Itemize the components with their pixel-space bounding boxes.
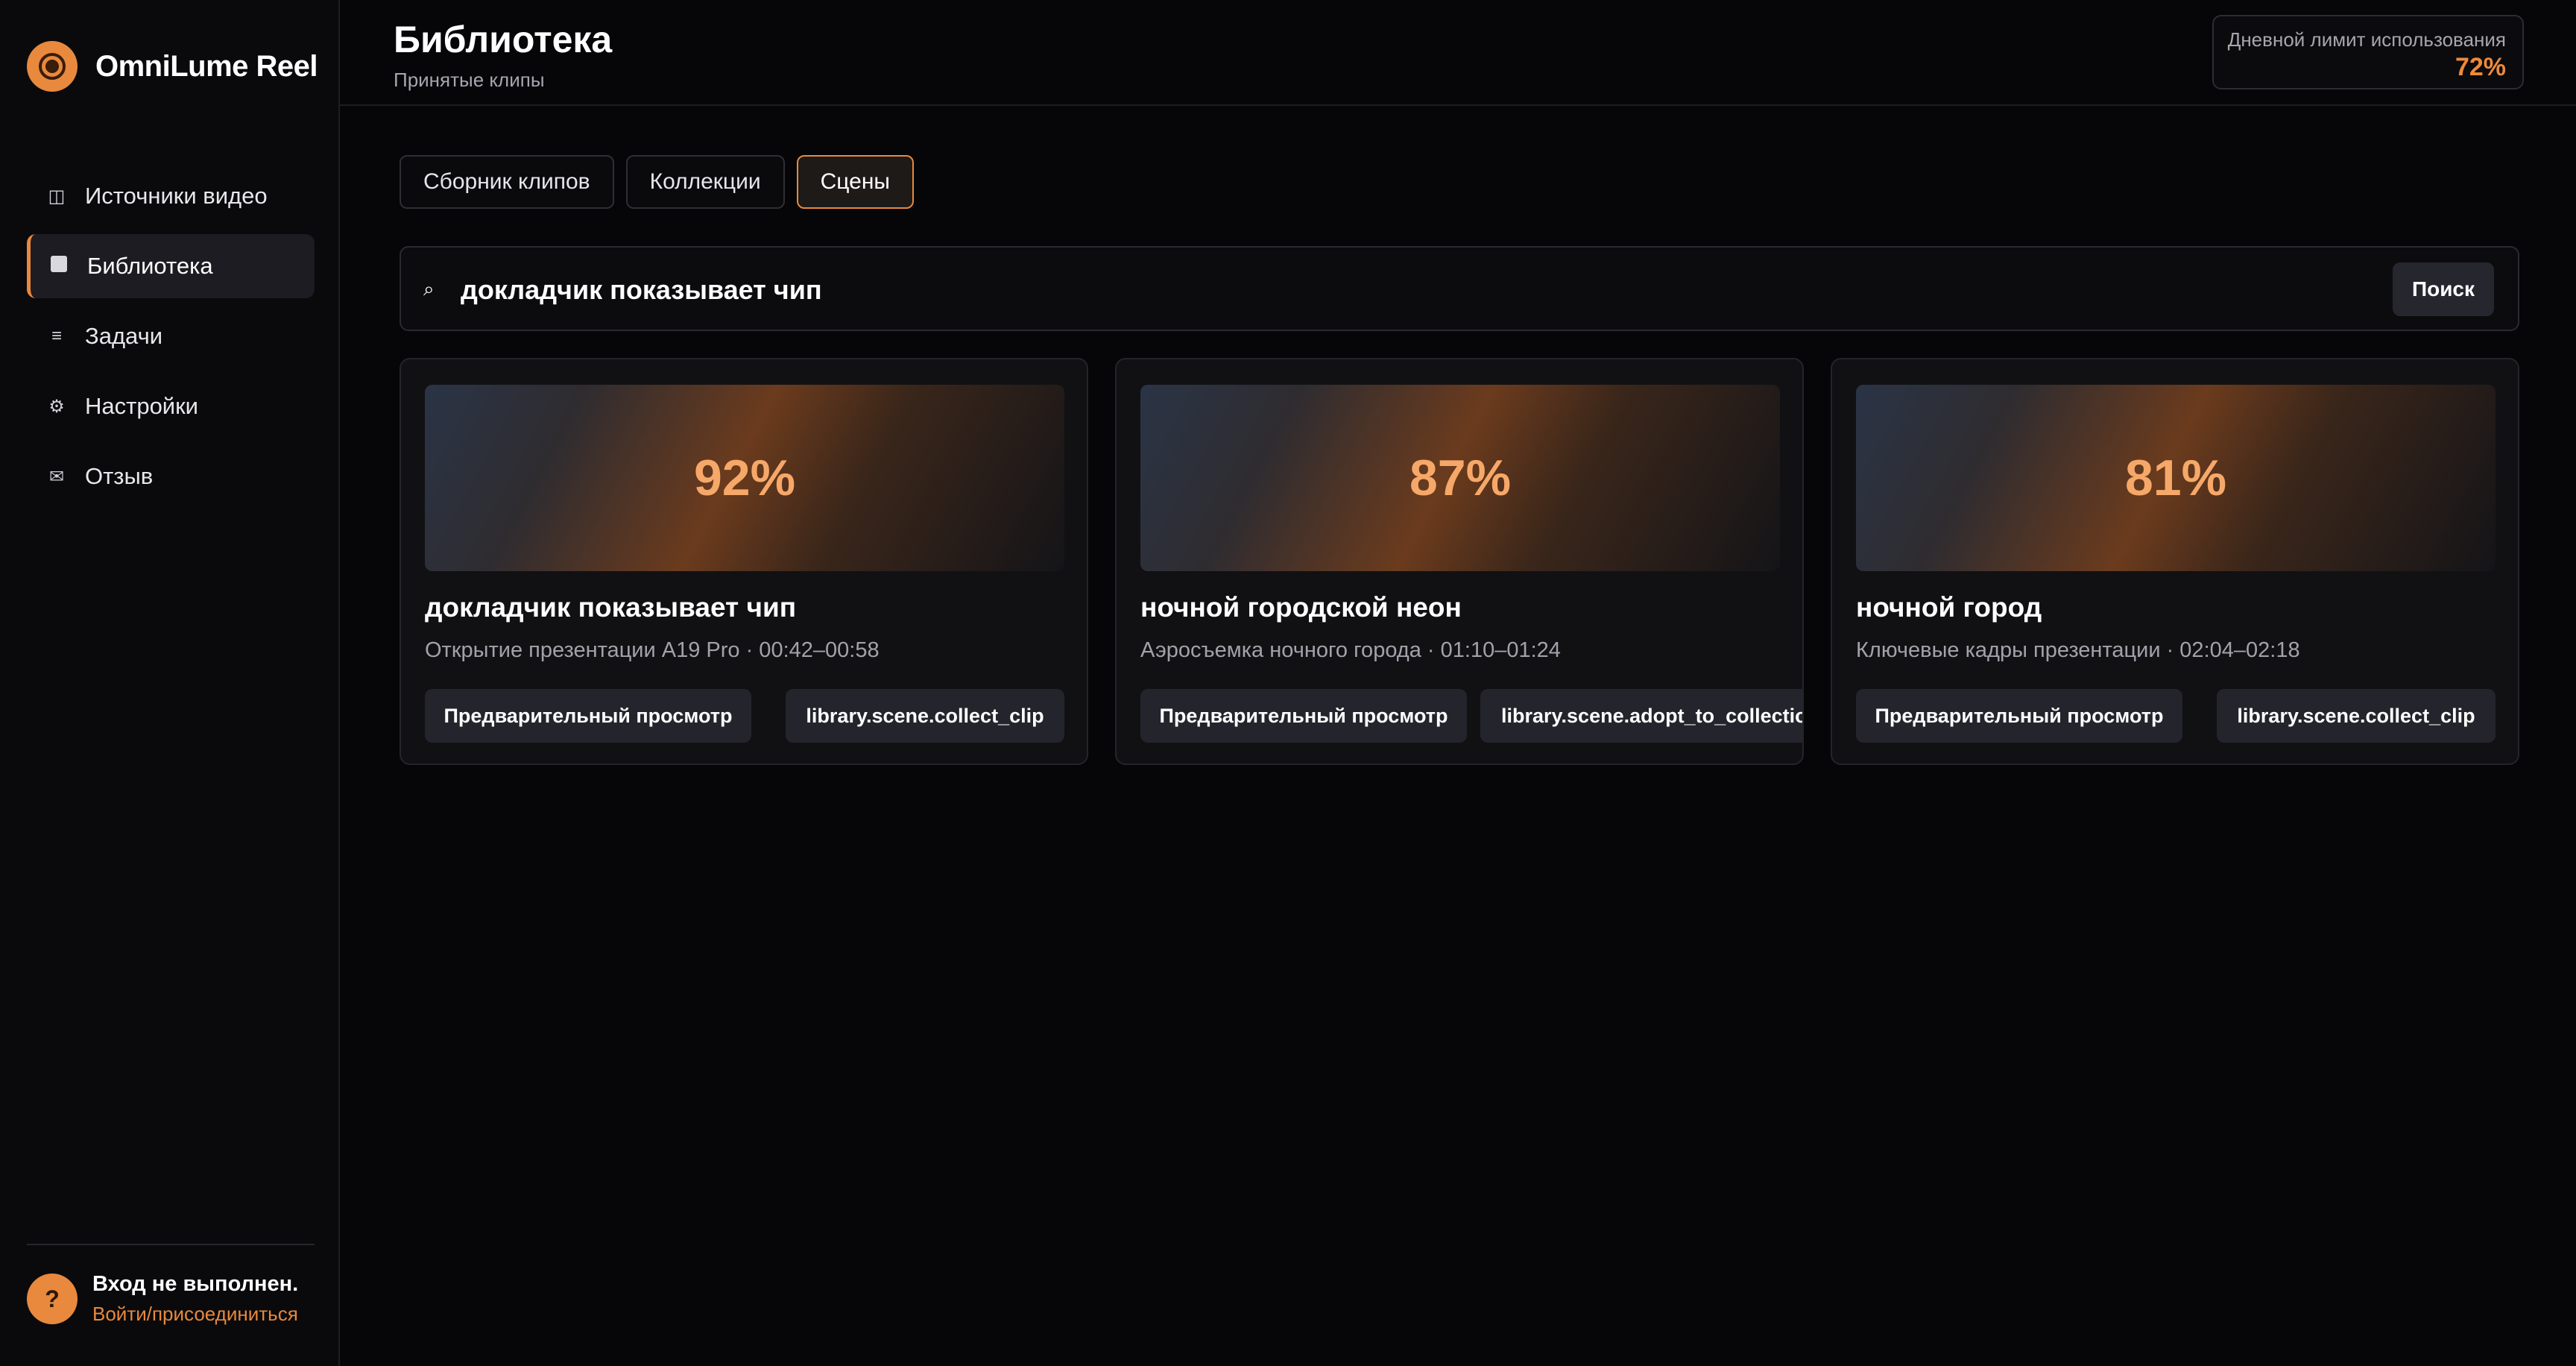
search-input[interactable]: докладчик показывает чип	[461, 274, 822, 306]
tab-scenes[interactable]: Сцены	[796, 155, 914, 209]
scene-card: 92% докладчик показывает чип Открытие пр…	[400, 358, 1088, 765]
tab-clip-collection[interactable]: Сборник клипов	[400, 155, 614, 209]
sidebar-item-tasks[interactable]: ≡ Задачи	[27, 304, 315, 368]
usage-limit-box: Дневной лимит использования 72%	[2212, 15, 2524, 89]
usage-limit-value: 72%	[2455, 53, 2506, 81]
match-score: 92%	[693, 450, 796, 506]
user-panel: ? Вход не выполнен. Войти/присоединиться	[27, 1272, 298, 1326]
page-header: Библиотека Принятые клипы Дневной лимит …	[340, 0, 2576, 106]
scene-title: докладчик показывает чип	[425, 592, 797, 623]
scene-title: ночной город	[1856, 592, 2042, 623]
sidebar-nav: ◫ Источники видео Библиотека ≡ Задачи ⚙ …	[27, 164, 315, 514]
scene-meta: Аэросъемка ночного города · 01:10–01:24	[1140, 638, 1561, 662]
preview-button[interactable]: Предварительный просмотр	[1856, 689, 2182, 743]
search-button[interactable]: Поиск	[2393, 262, 2494, 316]
collect-clip-button[interactable]: library.scene.collect_clip	[2217, 689, 2496, 743]
columns-icon: ◫	[48, 186, 66, 207]
library-tabs: Сборник клипов Коллекции Сцены	[400, 155, 926, 209]
avatar[interactable]: ?	[27, 1274, 78, 1324]
preview-button[interactable]: Предварительный просмотр	[1140, 689, 1467, 743]
sidebar-item-feedback[interactable]: ✉ Отзыв	[27, 444, 315, 509]
scene-thumbnail[interactable]: 87%	[1140, 385, 1780, 571]
list-icon: ≡	[51, 326, 62, 346]
search-icon: ⌕	[423, 277, 435, 300]
sidebar-item-label: Задачи	[85, 323, 163, 349]
preview-button[interactable]: Предварительный просмотр	[425, 689, 751, 743]
sidebar-item-label: Настройки	[85, 393, 199, 419]
sidebar-item-label: Отзыв	[85, 463, 154, 489]
square-icon	[45, 255, 72, 277]
gear-icon: ⚙	[48, 396, 65, 417]
scene-results: 92% докладчик показывает чип Открытие пр…	[400, 358, 2519, 767]
adopt-to-collection-button[interactable]: library.scene.adopt_to_collection	[1480, 689, 1802, 743]
sidebar-item-library[interactable]: Библиотека	[27, 234, 315, 298]
match-score: 87%	[1409, 450, 1512, 506]
mail-icon: ✉	[48, 466, 65, 487]
sidebar-item-label: Библиотека	[87, 253, 213, 279]
page-subtitle: Принятые клипы	[394, 69, 545, 91]
sidebar-divider	[27, 1244, 315, 1245]
scene-meta: Открытие презентации A19 Pro · 00:42–00:…	[425, 638, 880, 662]
search-bar: ⌕ докладчик показывает чип Поиск	[400, 246, 2519, 331]
brand[interactable]: OmniLume Reel	[27, 40, 318, 92]
app-logo-icon	[27, 41, 78, 92]
page-title: Библиотека	[394, 19, 613, 60]
tab-collections[interactable]: Коллекции	[625, 155, 785, 209]
app-name: OmniLume Reel	[95, 49, 318, 83]
sidebar: OmniLume Reel ◫ Источники видео Библиоте…	[0, 0, 340, 1366]
scene-card: 87% ночной городской неон Аэросъемка ноч…	[1115, 358, 1804, 765]
scene-thumbnail[interactable]: 81%	[1856, 385, 2496, 571]
login-status: Вход не выполнен.	[92, 1272, 299, 1296]
match-score: 81%	[2124, 450, 2227, 506]
scene-title: ночной городской неон	[1140, 592, 1462, 623]
sidebar-item-label: Источники видео	[85, 183, 268, 209]
collect-clip-button[interactable]: library.scene.collect_clip	[786, 689, 1064, 743]
usage-limit-label: Дневной лимит использования	[2227, 28, 2506, 51]
scene-meta: Ключевые кадры презентации · 02:04–02:18	[1856, 638, 2300, 662]
sidebar-item-settings[interactable]: ⚙ Настройки	[27, 374, 315, 438]
scene-card: 81% ночной город Ключевые кадры презента…	[1831, 358, 2519, 765]
login-link[interactable]: Войти/присоединиться	[92, 1303, 298, 1326]
sidebar-item-video-sources[interactable]: ◫ Источники видео	[27, 164, 315, 228]
scene-thumbnail[interactable]: 92%	[425, 385, 1064, 571]
